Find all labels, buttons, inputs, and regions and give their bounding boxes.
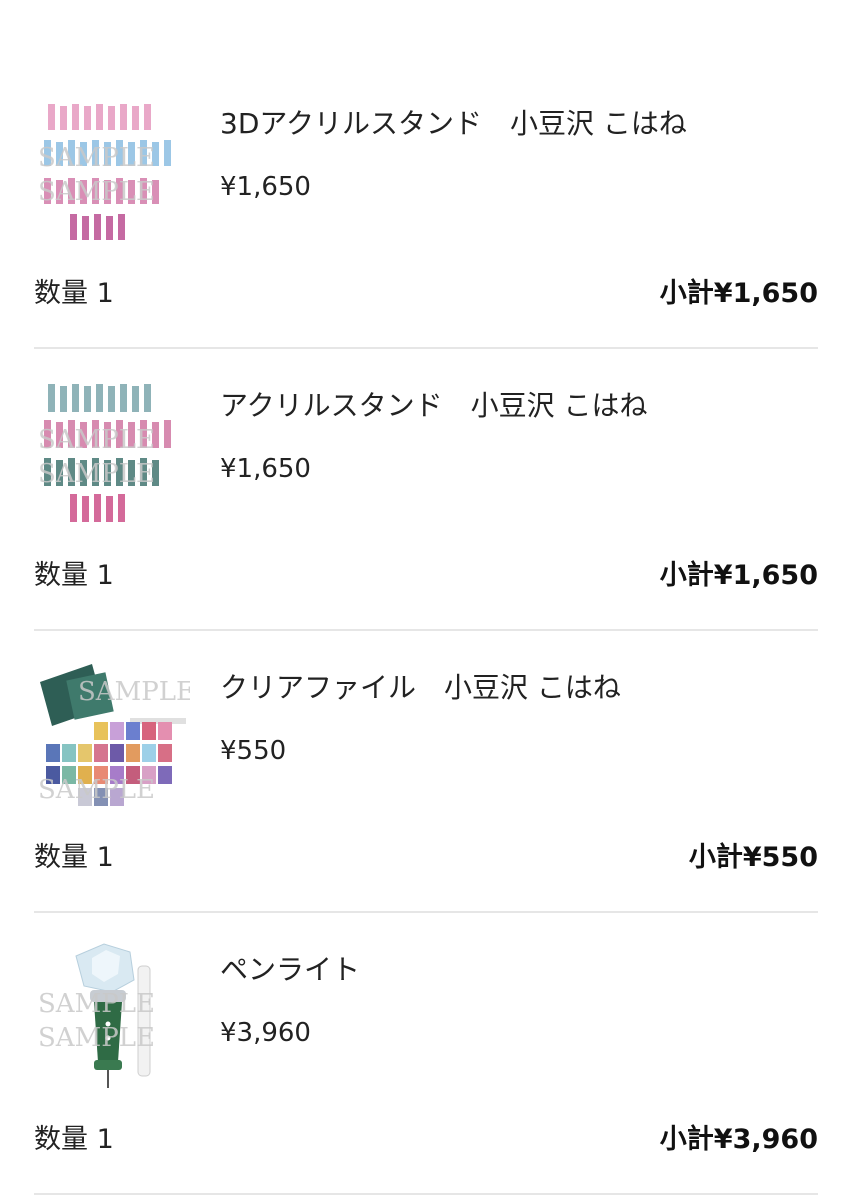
product-thumbnail[interactable]: SAMPLE SAMPLE bbox=[34, 660, 190, 816]
product-name[interactable]: ペンライト bbox=[220, 952, 360, 988]
svg-text:SAMPLE: SAMPLE bbox=[38, 177, 155, 207]
svg-text:SAMPLE: SAMPLE bbox=[38, 143, 155, 173]
svg-text:SAMPLE: SAMPLE bbox=[38, 459, 155, 489]
product-name[interactable]: アクリルスタンド 小豆沢 こはね bbox=[220, 388, 648, 424]
cart-item: SAMPLE SAMPLE アクリルスタンド 小豆沢 こはね ¥1,650 数量… bbox=[34, 348, 818, 631]
quantity-label: 数量 1 bbox=[34, 1124, 114, 1155]
svg-text:SAMPLE: SAMPLE bbox=[38, 989, 155, 1019]
product-thumbnail[interactable]: SAMPLE SAMPLE bbox=[34, 96, 190, 252]
cart-item-list: SAMPLE SAMPLE 3Dアクリルスタンド 小豆沢 こはね ¥1,650 … bbox=[34, 66, 818, 1195]
svg-text:SAMPLE: SAMPLE bbox=[38, 775, 155, 805]
quantity-label: 数量 1 bbox=[34, 278, 114, 309]
svg-text:SAMPLE: SAMPLE bbox=[38, 1023, 155, 1053]
cart-item: SAMPLE SAMPLE クリアファイル 小豆沢 こはね ¥550 数量 1 … bbox=[34, 630, 818, 913]
svg-text:SAMPLE: SAMPLE bbox=[78, 677, 190, 707]
product-thumbnail[interactable]: SAMPLE SAMPLE bbox=[34, 942, 190, 1098]
unit-price: ¥1,650 bbox=[220, 172, 311, 202]
subtotal-label: 小計¥550 bbox=[688, 842, 818, 873]
unit-price: ¥550 bbox=[220, 736, 287, 766]
divider bbox=[34, 1193, 818, 1195]
cart-item: SAMPLE SAMPLE ペンライト ¥3,960 数量 1 小計¥3,960 bbox=[34, 912, 818, 1195]
cart-item: SAMPLE SAMPLE 3Dアクリルスタンド 小豆沢 こはね ¥1,650 … bbox=[34, 66, 818, 349]
product-thumbnail[interactable]: SAMPLE SAMPLE bbox=[34, 378, 190, 534]
quantity-label: 数量 1 bbox=[34, 560, 114, 591]
unit-price: ¥1,650 bbox=[220, 454, 311, 484]
subtotal-label: 小計¥3,960 bbox=[659, 1124, 818, 1155]
quantity-label: 数量 1 bbox=[34, 842, 114, 873]
unit-price: ¥3,960 bbox=[220, 1018, 311, 1048]
svg-text:SAMPLE: SAMPLE bbox=[38, 425, 155, 455]
product-name[interactable]: クリアファイル 小豆沢 こはね bbox=[220, 670, 621, 706]
subtotal-label: 小計¥1,650 bbox=[659, 560, 818, 591]
subtotal-label: 小計¥1,650 bbox=[659, 278, 818, 309]
product-name[interactable]: 3Dアクリルスタンド 小豆沢 こはね bbox=[220, 106, 687, 142]
